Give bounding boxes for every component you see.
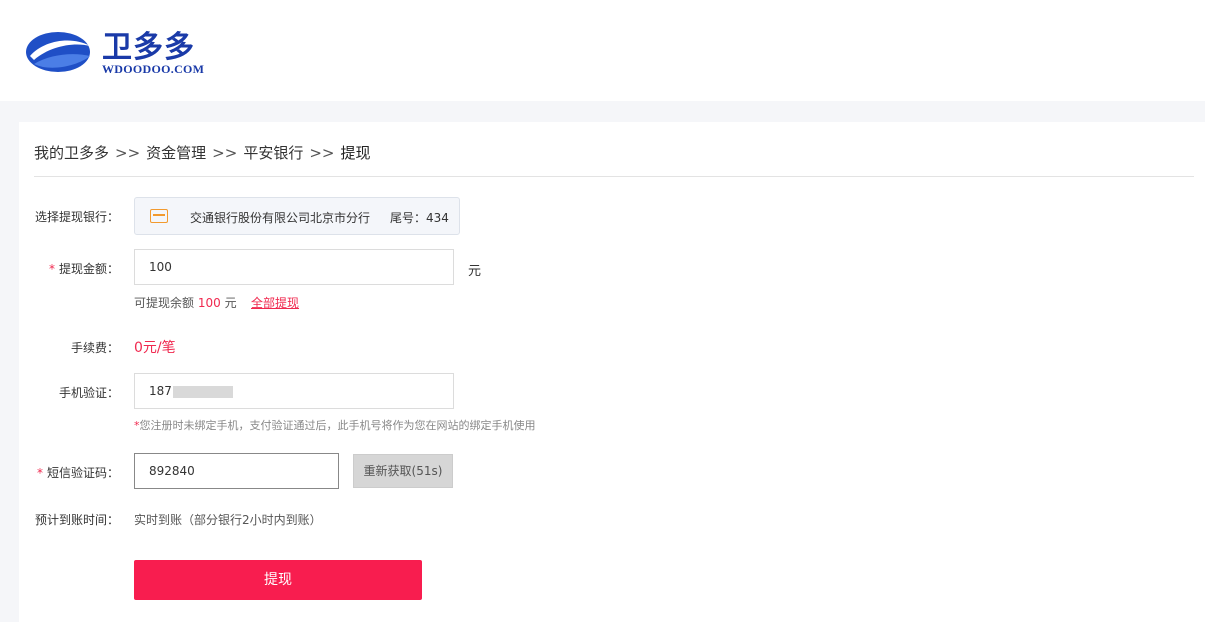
fee-label: 手续费： [70,341,119,355]
divider [34,176,1194,177]
eta-label: 预计到账时间： [34,513,119,527]
withdraw-all-link[interactable]: 全部提现 [251,294,299,311]
brand-logo[interactable]: 卫多多 WDOODOO.COM [24,22,214,82]
phone-label: 手机验证： [58,386,119,400]
balance-amount: 100 [197,296,221,310]
required-mark: * [36,466,43,480]
breadcrumb-separator: >> [212,144,238,162]
sms-label: * 短信验证码： [36,466,119,480]
submit-withdraw-button[interactable]: 提现 [134,560,422,600]
amount-label: * 提现金额： [48,262,119,276]
amount-unit: 元 [468,264,482,279]
breadcrumb-item-home[interactable]: 我的卫多多 [34,144,109,162]
brand-name: 卫多多 [102,30,195,65]
breadcrumb-item-funds[interactable]: 资金管理 [146,144,206,162]
amount-input[interactable]: 100 [134,249,454,285]
available-balance: 可提现余额 100 元 [134,296,237,310]
sms-code-input[interactable]: 892840 [134,453,339,489]
bank-card-tail: 尾号：434 [390,211,449,225]
phone-redacted [172,385,233,398]
site-header: 卫多多 WDOODOO.COM [0,0,1205,101]
breadcrumb-separator: >> [115,144,141,162]
eta-value: 实时到账（部分银行2小时内到账） [134,513,322,527]
bank-card-icon [150,209,168,223]
bank-card-select[interactable]: 交通银行股份有限公司北京市分行 尾号：434 [134,197,460,235]
resend-code-button[interactable]: 重新获取(51s) [353,454,453,488]
required-mark: * [48,262,55,276]
breadcrumb-separator: >> [309,144,335,162]
withdraw-panel: 我的卫多多 >> 资金管理 >> 平安银行 >> 提现 选择提现银行： 交通银行股份有限公司… [19,122,1205,622]
breadcrumb-current: 提现 [340,144,371,162]
bank-name: 交通银行股份有限公司北京市分行 [190,211,371,225]
bank-label: 选择提现银行： [34,210,119,224]
phone-input[interactable]: 187 [134,373,454,409]
brand-domain: WDOODOO.COM [102,62,205,76]
breadcrumb-item-bank[interactable]: 平安银行 [243,144,303,162]
logo-swirl-icon [26,32,90,72]
breadcrumb: 我的卫多多 >> 资金管理 >> 平安银行 >> 提现 [34,142,370,163]
fee-value: 0元/笔 [134,340,176,356]
phone-note: *您注册时未绑定手机，支付验证通过后，此手机号将作为您在网站的绑定手机使用 [134,419,536,432]
